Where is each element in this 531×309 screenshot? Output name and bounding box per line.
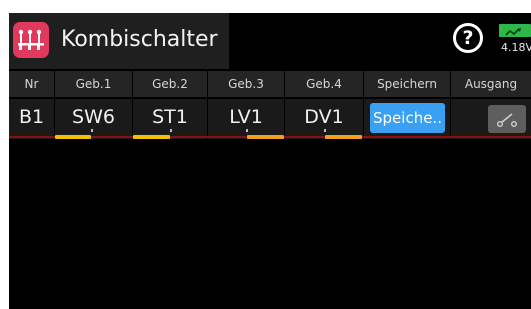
table-row: B1 SW6 ST1 LV1 DV1 bbox=[9, 99, 531, 139]
geb1-cell[interactable]: SW6 bbox=[55, 99, 133, 139]
screen: Kombischalter ? 4.18V Nr Geb.1 Geb.2 Geb… bbox=[0, 0, 531, 309]
battery-icon bbox=[499, 24, 531, 37]
switch-group-icon bbox=[18, 29, 44, 50]
geb2-cell[interactable]: ST1 bbox=[133, 99, 208, 139]
output-switch-button[interactable] bbox=[488, 105, 526, 133]
geb4-center-tick bbox=[324, 129, 326, 132]
geb4-level-bar bbox=[325, 135, 362, 139]
column-header-geb3: Geb.3 bbox=[208, 71, 285, 97]
battery-charge-icon bbox=[505, 28, 521, 36]
help-icon[interactable]: ? bbox=[453, 23, 483, 53]
app-frame: Kombischalter ? 4.18V Nr Geb.1 Geb.2 Geb… bbox=[9, 13, 531, 309]
column-header-speichern: Speichern bbox=[364, 71, 451, 97]
title-bar: Kombischalter ? 4.18V bbox=[9, 13, 531, 69]
geb3-level-bar bbox=[247, 135, 284, 139]
geb1-center-tick bbox=[91, 129, 93, 132]
row-number: B1 bbox=[9, 99, 55, 139]
page-title: Kombischalter bbox=[61, 27, 218, 52]
geb4-cell[interactable]: DV1 bbox=[285, 99, 364, 139]
column-header-nr: Nr bbox=[9, 71, 55, 97]
geb3-center-tick bbox=[246, 129, 248, 132]
geb1-level-bar bbox=[55, 135, 91, 139]
geb2-center-tick bbox=[170, 129, 172, 132]
geb2-level-bar bbox=[133, 135, 170, 139]
column-header-geb1: Geb.1 bbox=[55, 71, 133, 97]
column-header-geb2: Geb.2 bbox=[133, 71, 208, 97]
switch-open-icon bbox=[496, 113, 518, 128]
title-block[interactable]: Kombischalter bbox=[9, 13, 229, 69]
column-header-geb4: Geb.4 bbox=[285, 71, 364, 97]
save-button[interactable]: Speiche.. bbox=[370, 103, 445, 133]
geb3-cell[interactable]: LV1 bbox=[208, 99, 285, 139]
table-header: Nr Geb.1 Geb.2 Geb.3 Geb.4 Speichern Aus… bbox=[9, 71, 531, 97]
battery-voltage: 4.18V bbox=[501, 41, 531, 54]
app-icon[interactable] bbox=[13, 22, 49, 58]
column-header-ausgang: Ausgang bbox=[464, 77, 518, 91]
